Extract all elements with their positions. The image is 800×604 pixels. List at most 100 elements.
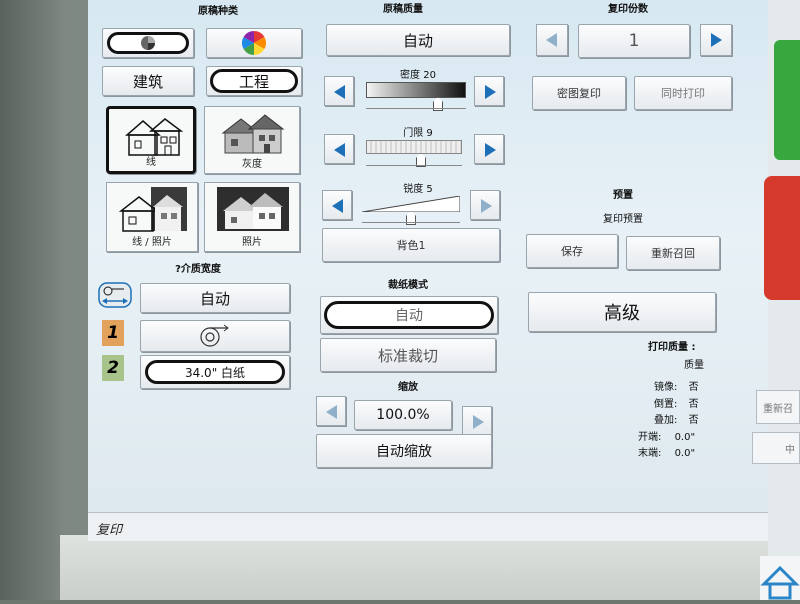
roll-1-badge: 1 [102,320,124,346]
copies-value[interactable]: 1 [578,24,690,58]
roll-1-button[interactable] [140,320,290,352]
sharpness-label: 锐度 5 [403,184,433,195]
info-label: 叠加: [654,415,678,426]
right-side-button[interactable]: 中 [752,432,800,464]
house-photo-icon [217,187,289,231]
info-value: 否 [688,399,699,410]
media-width-label: ?介质宽度 [175,264,221,275]
zoom-decrease-button[interactable] [316,396,346,426]
grayscale-wheel-icon [141,36,155,50]
status-bar: 复印 [88,512,768,541]
recall-button[interactable]: 重新召回 [626,236,720,270]
tile-line[interactable]: 线 [106,106,196,174]
print-quality-label: 打印质量 : [648,342,696,353]
sharpness-wedge [362,196,460,212]
info-label: 开端: [638,432,662,443]
green-action-button[interactable] [774,40,800,160]
tile-photo[interactable]: 照片 [204,182,300,252]
info-row-trailing-edge: 末端: 0.0" [638,444,695,459]
dense-copy-button[interactable]: 密图复印 [532,76,626,110]
architecture-button[interactable]: 建筑 [102,66,194,96]
info-value: 否 [688,382,699,393]
arrow-right-icon [711,33,722,47]
right-recall-button[interactable]: 重新召 [756,390,800,424]
density-scale [366,108,466,109]
house-grayscale-icon [221,114,285,154]
quality-auto-button[interactable]: 自动 [326,24,510,56]
density-increase-button[interactable] [474,76,504,106]
original-type-header: 原稿种类 [198,6,238,17]
print-quality-value: 质量 [684,360,704,371]
arrow-right-icon [481,199,492,213]
info-row-mirror: 镜像: 否 [654,378,699,393]
threshold-increase-button[interactable] [474,134,504,164]
roll-2-badge: 2 [102,355,124,381]
original-quality-header: 原稿质量 [383,4,423,15]
copies-increase-button[interactable] [700,24,732,56]
color-mode-button[interactable] [102,28,194,58]
info-label: 末端: [638,448,662,459]
sharpness-slider[interactable] [362,196,460,225]
tile-photo-caption: 照片 [242,237,262,248]
arrow-right-icon [485,143,496,157]
info-row-leading-edge: 开端: 0.0" [638,428,695,443]
red-action-button[interactable] [764,176,800,300]
copies-header: 复印份数 [608,4,648,15]
arrow-right-icon [485,85,496,99]
house-line-photo-icon [118,187,187,232]
sharpness-decrease-button[interactable] [322,190,352,220]
standard-cut-button[interactable]: 标准裁切 [320,338,496,372]
cut-mode-label: 裁纸模式 [388,280,428,291]
tile-grayscale-caption: 灰度 [242,159,262,170]
info-row-invert: 倒置: 否 [654,395,699,410]
status-title: 复印 [96,523,123,538]
threshold-decrease-button[interactable] [324,134,354,164]
zoom-value[interactable]: 100.0% [354,400,452,430]
home-icon[interactable] [760,556,800,600]
engineering-label: 工程 [210,69,298,93]
media-width-icon [98,282,132,308]
media-width-button[interactable]: 自动 [140,283,290,313]
arrow-left-icon [326,405,337,419]
arrow-left-icon [546,33,557,47]
monitor-bezel-bottom [60,535,800,600]
cut-mode-button[interactable]: 自动 [320,296,498,334]
cut-mode-value: 自动 [324,301,494,329]
save-button[interactable]: 保存 [526,234,618,268]
tile-line-photo[interactable]: 线 / 照片 [106,182,198,252]
roll-2-button[interactable]: 34.0" 白纸 [140,355,290,389]
sharpness-increase-button[interactable] [470,190,500,220]
simultaneous-print-button[interactable]: 同时打印 [634,76,732,110]
full-color-button[interactable] [206,28,302,58]
copy-screen: 原稿种类 建筑 工程 线 灰度 线 / 照片 照片 ?介质宽度 自动 1 2 3… [88,0,768,540]
advanced-button[interactable]: 高级 [528,292,716,332]
auto-zoom-button[interactable]: 自动缩放 [316,434,492,468]
info-label: 倒置: [654,399,678,410]
info-row-overlay: 叠加: 否 [654,411,699,426]
arrow-left-icon [334,143,345,157]
zoom-label: 缩放 [398,382,418,393]
background-button[interactable]: 背色1 [322,228,500,262]
arrow-right-icon [473,415,484,429]
info-label: 镜像: [654,382,678,393]
roll-2-value: 34.0" 白纸 [145,360,285,384]
zoom-increase-button[interactable] [462,406,492,436]
info-value: 0.0" [674,448,696,459]
engineering-button[interactable]: 工程 [206,66,302,96]
info-value: 0.0" [674,432,696,443]
tile-grayscale[interactable]: 灰度 [204,106,300,174]
tile-line-caption: 线 [146,157,156,168]
threshold-label: 门限 9 [403,128,433,139]
density-decrease-button[interactable] [324,76,354,106]
density-slider[interactable] [366,82,466,111]
arrow-left-icon [334,85,345,99]
preset-value: 复印预置 [603,214,643,225]
color-wheel-icon [241,30,267,55]
density-label: 密度 20 [400,70,436,81]
info-value: 否 [688,415,699,426]
threshold-scale [366,165,462,166]
paper-roll-icon [200,324,229,347]
copies-decrease-button[interactable] [536,24,568,56]
threshold-slider[interactable] [366,140,462,167]
sharpness-scale [362,222,460,223]
